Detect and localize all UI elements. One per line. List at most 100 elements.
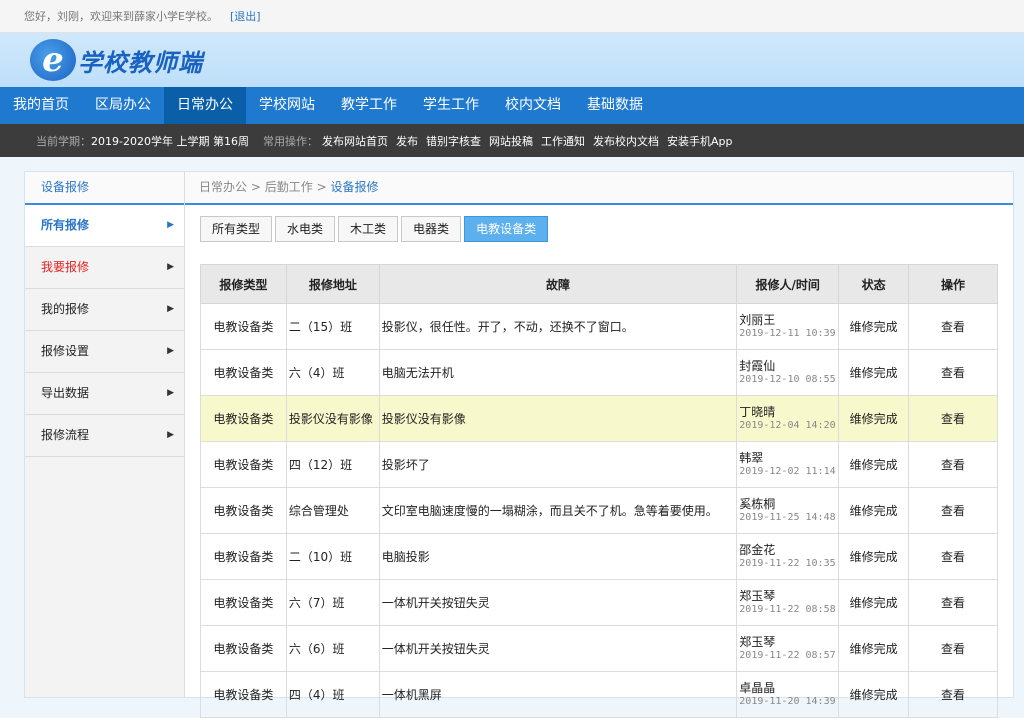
col-header-action: 操作 xyxy=(908,264,998,304)
logout-link[interactable]: [退出] xyxy=(230,8,261,24)
cell-reporter: 卓晶晶 2019-11-20 14:39 xyxy=(736,671,840,718)
cell-reporter: 刘丽王 2019-12-11 10:39 xyxy=(736,303,840,350)
tab-plumbing-electric[interactable]: 水电类 xyxy=(275,216,336,242)
cell-type: 电教设备类 xyxy=(200,395,287,442)
view-link[interactable]: 查看 xyxy=(908,303,998,350)
breadcrumb-logistics[interactable]: 后勤工作 xyxy=(265,180,313,194)
op-install-app[interactable]: 安装手机App xyxy=(667,133,733,149)
sidebar-item-request-repair[interactable]: 我要报修 ▶ xyxy=(25,247,184,289)
cell-reporter: 封霞仙 2019-12-10 08:55 xyxy=(736,349,840,396)
cell-type: 电教设备类 xyxy=(200,349,287,396)
breadcrumb: 日常办公 > 后勤工作 > 设备报修 xyxy=(185,172,1013,205)
cell-address: 二（15）班 xyxy=(285,303,380,350)
tab-appliances[interactable]: 电器类 xyxy=(401,216,462,242)
logo[interactable]: e 学校教师端 xyxy=(30,39,203,81)
nav-item-teaching[interactable]: 教学工作 xyxy=(328,87,410,124)
cell-fault: 电脑投影 xyxy=(378,533,738,580)
tab-all-types[interactable]: 所有类型 xyxy=(200,216,273,242)
nav-item-basic-data[interactable]: 基础数据 xyxy=(574,87,656,124)
view-link[interactable]: 查看 xyxy=(908,533,998,580)
logo-title: 学校教师端 xyxy=(78,48,203,77)
ops-label: 常用操作： xyxy=(262,134,318,148)
nav-item-students[interactable]: 学生工作 xyxy=(410,87,492,124)
report-time: 2019-12-11 10:39 xyxy=(739,327,836,339)
view-link[interactable]: 查看 xyxy=(908,671,998,718)
cell-type: 电教设备类 xyxy=(200,441,287,488)
cell-reporter: 邵金花 2019-11-22 10:35 xyxy=(736,533,840,580)
sidebar-item-label: 报修流程 xyxy=(41,428,90,442)
tab-carpentry[interactable]: 木工类 xyxy=(338,216,399,242)
view-link[interactable]: 查看 xyxy=(908,395,998,442)
cell-type: 电教设备类 xyxy=(200,579,287,626)
cell-status: 维修完成 xyxy=(838,579,910,626)
sidebar-title: 设备报修 xyxy=(25,172,184,205)
cell-reporter: 丁晓晴 2019-12-04 14:20 xyxy=(736,395,840,442)
breadcrumb-separator: > xyxy=(250,180,261,194)
sidebar-item-label: 报修设置 xyxy=(41,344,90,358)
cell-address: 二（10）班 xyxy=(285,533,380,580)
breadcrumb-daily-office[interactable]: 日常办公 xyxy=(199,180,247,194)
report-time: 2019-11-20 14:39 xyxy=(739,695,836,707)
cell-fault: 一体机黑屏 xyxy=(378,671,738,718)
nav-item-district[interactable]: 区局办公 xyxy=(82,87,164,124)
reporter-name: 卓晶晶 xyxy=(739,680,776,695)
nav-item-documents[interactable]: 校内文档 xyxy=(492,87,574,124)
cell-fault: 一体机开关按钮失灵 xyxy=(378,579,738,626)
cell-reporter: 郑玉琴 2019-11-22 08:58 xyxy=(736,579,840,626)
op-publish-doc[interactable]: 发布校内文档 xyxy=(593,133,659,149)
nav-item-daily-office[interactable]: 日常办公 xyxy=(164,87,246,124)
breadcrumb-current: 设备报修 xyxy=(330,180,379,194)
cell-address: 六（4）班 xyxy=(285,349,380,396)
main-nav: 我的首页 区局办公 日常办公 学校网站 教学工作 学生工作 校内文档 基础数据 xyxy=(0,87,1024,124)
view-link[interactable]: 查看 xyxy=(908,579,998,626)
sidebar-item-repair-flow[interactable]: 报修流程 ▶ xyxy=(25,415,184,457)
table-row: 电教设备类 四（4）班 一体机黑屏 卓晶晶 2019-11-20 14:39 维修… xyxy=(200,671,998,718)
op-publish-homepage[interactable]: 发布网站首页 xyxy=(322,133,388,149)
sidebar-item-label: 所有报修 xyxy=(41,218,90,232)
cell-status: 维修完成 xyxy=(838,625,910,672)
arrow-right-icon: ▶ xyxy=(167,388,174,398)
table-row-highlighted: 电教设备类 投影仪没有影像 投影仪没有影像 丁晓晴 2019-12-04 14:2… xyxy=(200,395,998,442)
table-row: 电教设备类 综合管理处 文印室电脑速度慢的一塌糊涂，而且关不了机。急等着要使用。… xyxy=(200,487,998,534)
reporter-name: 刘丽王 xyxy=(739,312,776,327)
col-header-fault: 故障 xyxy=(378,264,738,304)
nav-item-school-site[interactable]: 学校网站 xyxy=(246,87,328,124)
view-link[interactable]: 查看 xyxy=(908,487,998,534)
op-work-notice[interactable]: 工作通知 xyxy=(541,133,585,149)
cell-fault: 电脑无法开机 xyxy=(378,349,738,396)
op-submit-article[interactable]: 网站投稿 xyxy=(489,133,533,149)
col-header-reporter-time: 报修人/时间 xyxy=(736,264,840,304)
report-time: 2019-12-02 11:14 xyxy=(739,465,836,477)
cell-status: 维修完成 xyxy=(838,533,910,580)
greeting-text: 您好，刘刚，欢迎来到薛家小学E学校。 xyxy=(24,10,218,23)
view-link[interactable]: 查看 xyxy=(908,441,998,488)
op-typo-check[interactable]: 错别字核查 xyxy=(426,133,481,149)
cell-fault: 投影仪，很任性。开了，不动，还换不了窗口。 xyxy=(378,303,738,350)
report-time: 2019-12-04 14:20 xyxy=(739,419,836,431)
view-link[interactable]: 查看 xyxy=(908,349,998,396)
sidebar-item-all-repairs[interactable]: 所有报修 ▶ xyxy=(25,205,184,247)
reporter-name: 韩翠 xyxy=(739,450,764,465)
table-header-row: 报修类型 报修地址 故障 报修人/时间 状态 操作 xyxy=(200,264,998,304)
logo-e-icon: e xyxy=(30,39,76,81)
breadcrumb-separator: > xyxy=(316,180,327,194)
arrow-right-icon: ▶ xyxy=(167,430,174,440)
view-link[interactable]: 查看 xyxy=(908,625,998,672)
cell-status: 维修完成 xyxy=(838,303,910,350)
header-banner: e 学校教师端 xyxy=(0,33,1024,87)
cell-status: 维修完成 xyxy=(838,487,910,534)
sidebar-item-repair-settings[interactable]: 报修设置 ▶ xyxy=(25,331,184,373)
arrow-right-icon: ▶ xyxy=(167,220,174,230)
nav-item-home[interactable]: 我的首页 xyxy=(0,87,82,124)
cell-status: 维修完成 xyxy=(838,395,910,442)
op-publish[interactable]: 发布 xyxy=(396,133,418,149)
sidebar-item-label: 我的报修 xyxy=(41,302,90,316)
tab-av-equipment[interactable]: 电教设备类 xyxy=(464,216,549,242)
category-tabs: 所有类型 水电类 木工类 电器类 电教设备类 xyxy=(200,216,1013,242)
cell-reporter: 奚栋桐 2019-11-25 14:48 xyxy=(736,487,840,534)
reporter-name: 奚栋桐 xyxy=(739,496,776,511)
cell-fault: 一体机开关按钮失灵 xyxy=(378,625,738,672)
sidebar-item-my-repairs[interactable]: 我的报修 ▶ xyxy=(25,289,184,331)
sidebar-item-export-data[interactable]: 导出数据 ▶ xyxy=(25,373,184,415)
cell-type: 电教设备类 xyxy=(200,487,287,534)
